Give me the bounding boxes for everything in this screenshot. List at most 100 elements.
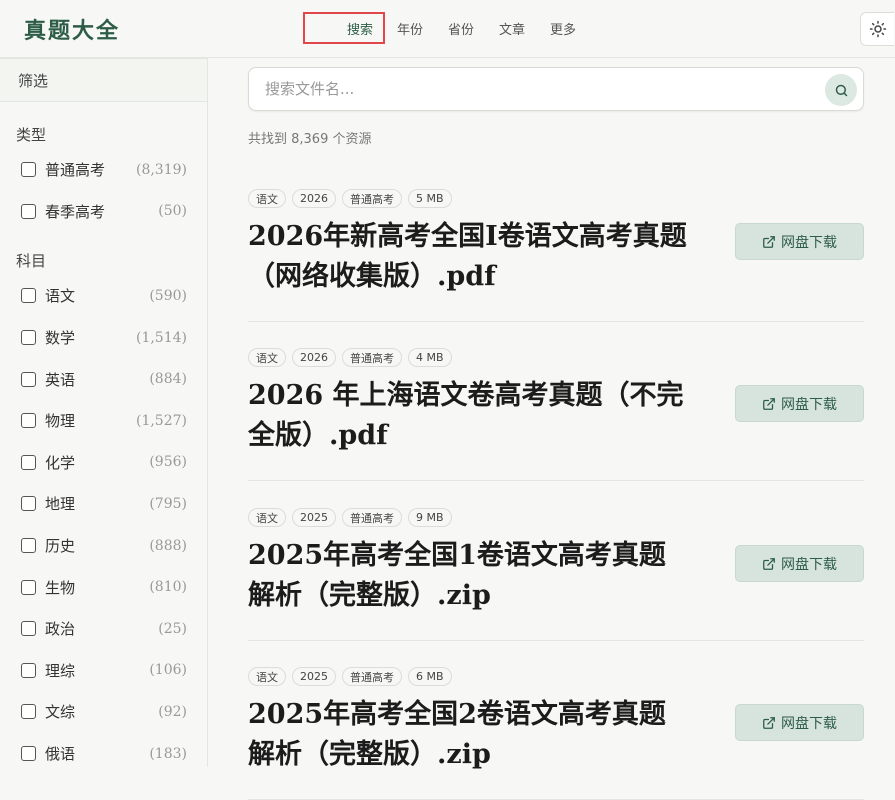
filter-option-label: 语文 — [45, 287, 76, 306]
result-tag[interactable]: 9 MB — [408, 508, 452, 527]
filter-option-count: (1,527) — [135, 412, 187, 429]
filter-checkbox[interactable] — [21, 704, 36, 720]
result-title[interactable]: 2025年高考全国1卷语文高考真题解析（完整版）.zip — [248, 536, 688, 616]
download-button[interactable]: 网盘下载 — [735, 704, 864, 741]
filter-option-count: (888) — [149, 537, 187, 554]
filter-option[interactable]: 春季高考 (50) — [0, 191, 207, 233]
filter-option-label: 文综 — [45, 703, 76, 722]
download-button[interactable]: 网盘下载 — [735, 223, 864, 260]
filter-checkbox[interactable] — [21, 162, 36, 178]
filter-group: 科目语文 (590) 数学 (1,514) 英语 (884) 物理 (1,527) 化学 (956… — [0, 250, 207, 774]
external-link-icon — [763, 557, 775, 570]
filter-group: 类型普通高考 (8,319) 春季高考 (50) — [0, 124, 207, 232]
download-button[interactable]: 网盘下载 — [735, 545, 864, 582]
filter-option-label: 生物 — [45, 578, 76, 597]
filter-checkbox[interactable] — [21, 538, 36, 554]
filter-option[interactable]: 理综 (106) — [0, 650, 207, 692]
filter-checkbox[interactable] — [21, 371, 36, 387]
filter-sidebar: 筛选 类型 普通高考 (8,319) 春季高考 (50) 科目 语文 (590) 数学 (1,51… — [0, 58, 208, 767]
filter-option[interactable]: 化学 (956) — [0, 442, 207, 484]
result-tag[interactable]: 普通高考 — [342, 667, 402, 686]
result-title[interactable]: 2026 年上海语文卷高考真题（不完全版）.pdf — [248, 376, 688, 456]
filter-option-label: 理综 — [45, 661, 76, 680]
filter-option[interactable]: 历史 (888) — [0, 525, 207, 567]
download-button-label: 网盘下载 — [781, 234, 837, 251]
nav-year[interactable]: 年份 — [397, 19, 423, 38]
filter-option[interactable]: 俄语 (183) — [0, 733, 207, 775]
main-content: 共找到 8,369 个资源 语文 2026 普通高考 5 MB 2026年新高考全国Ⅰ卷… — [208, 58, 895, 800]
filter-option[interactable]: 地理 (795) — [0, 483, 207, 525]
result-card: 语文 2026 普通高考 5 MB 2026年新高考全国Ⅰ卷语文高考真题（网络收集版）.… — [248, 189, 864, 322]
filter-option[interactable]: 英语 (884) — [0, 358, 207, 400]
download-button[interactable]: 网盘下载 — [735, 385, 864, 422]
result-tag[interactable]: 语文 — [248, 348, 286, 367]
filter-option[interactable]: 普通高考 (8,319) — [0, 149, 207, 191]
result-count: 共找到 8,369 个资源 — [248, 132, 372, 147]
filter-checkbox[interactable] — [21, 413, 36, 429]
filter-checkbox[interactable] — [21, 203, 36, 219]
filter-option[interactable]: 数学 (1,514) — [0, 317, 207, 359]
result-tags: 语文 2026 普通高考 4 MB — [248, 348, 458, 367]
external-link-icon — [763, 397, 775, 410]
result-tag[interactable]: 2025 — [292, 667, 336, 686]
result-tag[interactable]: 2025 — [292, 508, 336, 527]
theme-toggle-button[interactable] — [860, 12, 894, 46]
result-tag[interactable]: 2026 — [292, 348, 336, 367]
result-tag[interactable]: 语文 — [248, 189, 286, 208]
result-title[interactable]: 2026年新高考全国Ⅰ卷语文高考真题（网络收集版）.pdf — [248, 217, 688, 297]
filter-option-count: (106) — [149, 662, 187, 679]
filter-option-count: (92) — [158, 703, 187, 720]
nav-more[interactable]: 更多 — [550, 19, 576, 38]
search-button[interactable] — [825, 74, 857, 106]
search-input[interactable] — [265, 68, 805, 110]
filter-option-count: (50) — [158, 203, 187, 220]
result-tag[interactable]: 语文 — [248, 667, 286, 686]
filter-option-label: 政治 — [45, 620, 76, 639]
result-tag[interactable]: 普通高考 — [342, 348, 402, 367]
filter-option-label: 地理 — [45, 495, 76, 514]
result-tag[interactable]: 5 MB — [408, 189, 452, 208]
filter-checkbox[interactable] — [21, 579, 36, 595]
filter-option[interactable]: 政治 (25) — [0, 608, 207, 650]
result-tag[interactable]: 4 MB — [408, 348, 452, 367]
download-button-label: 网盘下载 — [781, 715, 837, 732]
site-logo[interactable]: 真题大全 — [24, 13, 120, 45]
filter-option-count: (183) — [149, 745, 187, 762]
filter-option-count: (795) — [149, 495, 187, 512]
nav-article[interactable]: 文章 — [499, 19, 525, 38]
nav-province[interactable]: 省份 — [448, 19, 474, 38]
result-tag[interactable]: 普通高考 — [342, 508, 402, 527]
top-header: 真题大全 搜索 年份 省份 文章 更多 — [0, 0, 895, 58]
filter-option-count: (1,514) — [135, 329, 187, 346]
sun-icon — [869, 20, 886, 38]
result-tag[interactable]: 普通高考 — [342, 189, 402, 208]
filter-option-label: 数学 — [45, 329, 76, 348]
external-link-icon — [763, 716, 775, 729]
search-icon — [835, 84, 847, 96]
filter-option[interactable]: 物理 (1,527) — [0, 400, 207, 442]
filter-checkbox[interactable] — [21, 746, 36, 762]
result-title[interactable]: 2025年高考全国2卷语文高考真题解析（完整版）.zip — [248, 695, 688, 775]
filter-option-count: (590) — [149, 287, 187, 304]
filter-checkbox[interactable] — [21, 621, 36, 637]
nav-search[interactable]: 搜索 — [303, 12, 385, 44]
filter-option-label: 英语 — [45, 370, 76, 389]
download-button-label: 网盘下载 — [781, 396, 837, 413]
result-tag[interactable]: 语文 — [248, 508, 286, 527]
result-card: 语文 2025 普通高考 6 MB 2025年高考全国2卷语文高考真题解析（完整版）.z… — [248, 667, 864, 800]
filter-checkbox[interactable] — [21, 454, 36, 470]
result-tag[interactable]: 6 MB — [408, 667, 452, 686]
filter-checkbox[interactable] — [21, 496, 36, 512]
filter-checkbox[interactable] — [21, 288, 36, 304]
filter-groups: 类型普通高考 (8,319) 春季高考 (50) 科目语文 (590) 数学 (1,514) 英… — [0, 124, 207, 774]
filter-option-count: (810) — [149, 579, 187, 596]
filter-option[interactable]: 生物 (810) — [0, 566, 207, 608]
main-nav: 搜索 年份 省份 文章 更多 — [303, 12, 601, 44]
result-tag[interactable]: 2026 — [292, 189, 336, 208]
filter-option[interactable]: 文综 (92) — [0, 691, 207, 733]
filter-checkbox[interactable] — [21, 330, 36, 346]
filter-option[interactable]: 语文 (590) — [0, 275, 207, 317]
filter-group-title: 类型 — [16, 126, 47, 144]
filter-checkbox[interactable] — [21, 662, 36, 678]
filter-group-title: 科目 — [16, 252, 47, 271]
